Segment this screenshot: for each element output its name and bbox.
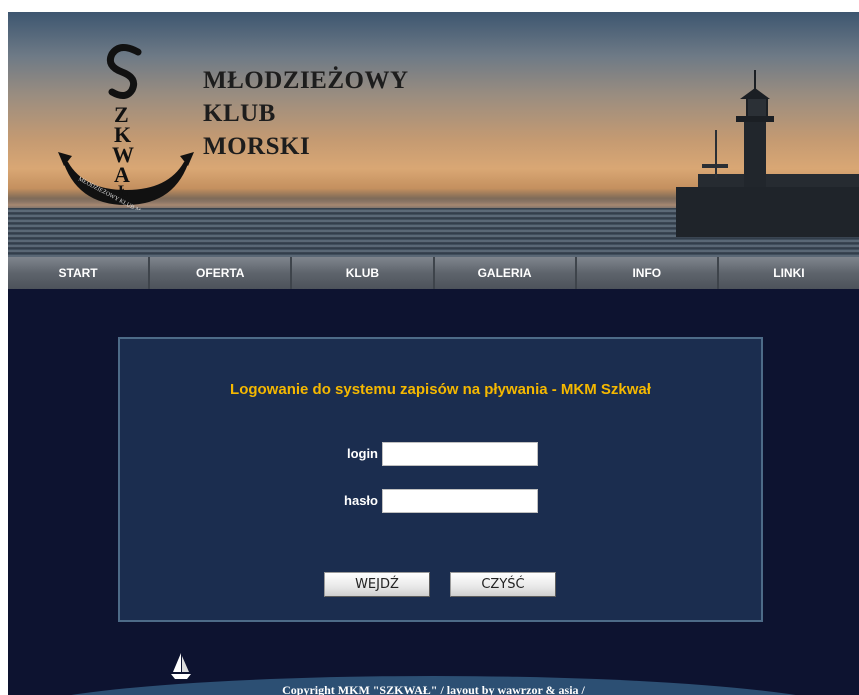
club-name-line2: KLUB bbox=[203, 100, 276, 127]
login-row: login bbox=[120, 442, 761, 468]
login-panel: Logowanie do systemu zapisów na pływania… bbox=[118, 337, 763, 622]
nav-item-oferta[interactable]: OFERTA bbox=[150, 257, 293, 289]
password-row: hasło bbox=[120, 489, 761, 515]
lighthouse-mast bbox=[754, 70, 756, 90]
club-name-line3: MORSKI bbox=[203, 133, 311, 160]
submit-button[interactable]: WEJDŹ bbox=[324, 572, 430, 597]
page-frame: Z K W A Ł MŁODZIEŻOWY KLUB MORSKI MŁODZI… bbox=[8, 12, 859, 695]
header-banner: Z K W A Ł MŁODZIEŻOWY KLUB MORSKI MŁODZI… bbox=[8, 12, 859, 257]
nav-item-galeria[interactable]: GALERIA bbox=[435, 257, 577, 289]
club-name: MŁODZIEŻOWY KLUB MORSKI bbox=[203, 64, 409, 163]
login-title: Logowanie do systemu zapisów na pływania… bbox=[230, 381, 651, 398]
anchor-logo-icon: Z K W A Ł MŁODZIEŻOWY KLUB MORSKI bbox=[58, 44, 194, 210]
password-label: hasło bbox=[344, 493, 378, 508]
login-label: login bbox=[346, 446, 378, 461]
reset-button[interactable]: CZYŚĆ bbox=[450, 572, 556, 597]
nav-item-start[interactable]: START bbox=[8, 257, 151, 289]
nav-item-info[interactable]: INFO bbox=[577, 257, 719, 289]
sailboat-icon bbox=[171, 653, 191, 679]
password-input[interactable] bbox=[382, 489, 538, 513]
login-input[interactable] bbox=[382, 442, 538, 466]
lighthouse-gallery bbox=[736, 116, 774, 122]
nav-item-linki[interactable]: LINKI bbox=[719, 257, 859, 289]
main-nav: START OFERTA KLUB GALERIA INFO LINKI bbox=[8, 257, 859, 289]
footer-copyright: Copyright MKM "SZKWAŁ" / layout by wawrz… bbox=[282, 683, 585, 695]
lighthouse-lantern bbox=[746, 98, 768, 116]
nav-item-klub[interactable]: KLUB bbox=[292, 257, 435, 289]
lighthouse-icon bbox=[744, 122, 766, 187]
pier-pole bbox=[715, 130, 717, 178]
pier bbox=[676, 187, 859, 237]
pier-crane bbox=[702, 164, 728, 168]
club-name-line1: MŁODZIEŻOWY bbox=[203, 67, 409, 94]
